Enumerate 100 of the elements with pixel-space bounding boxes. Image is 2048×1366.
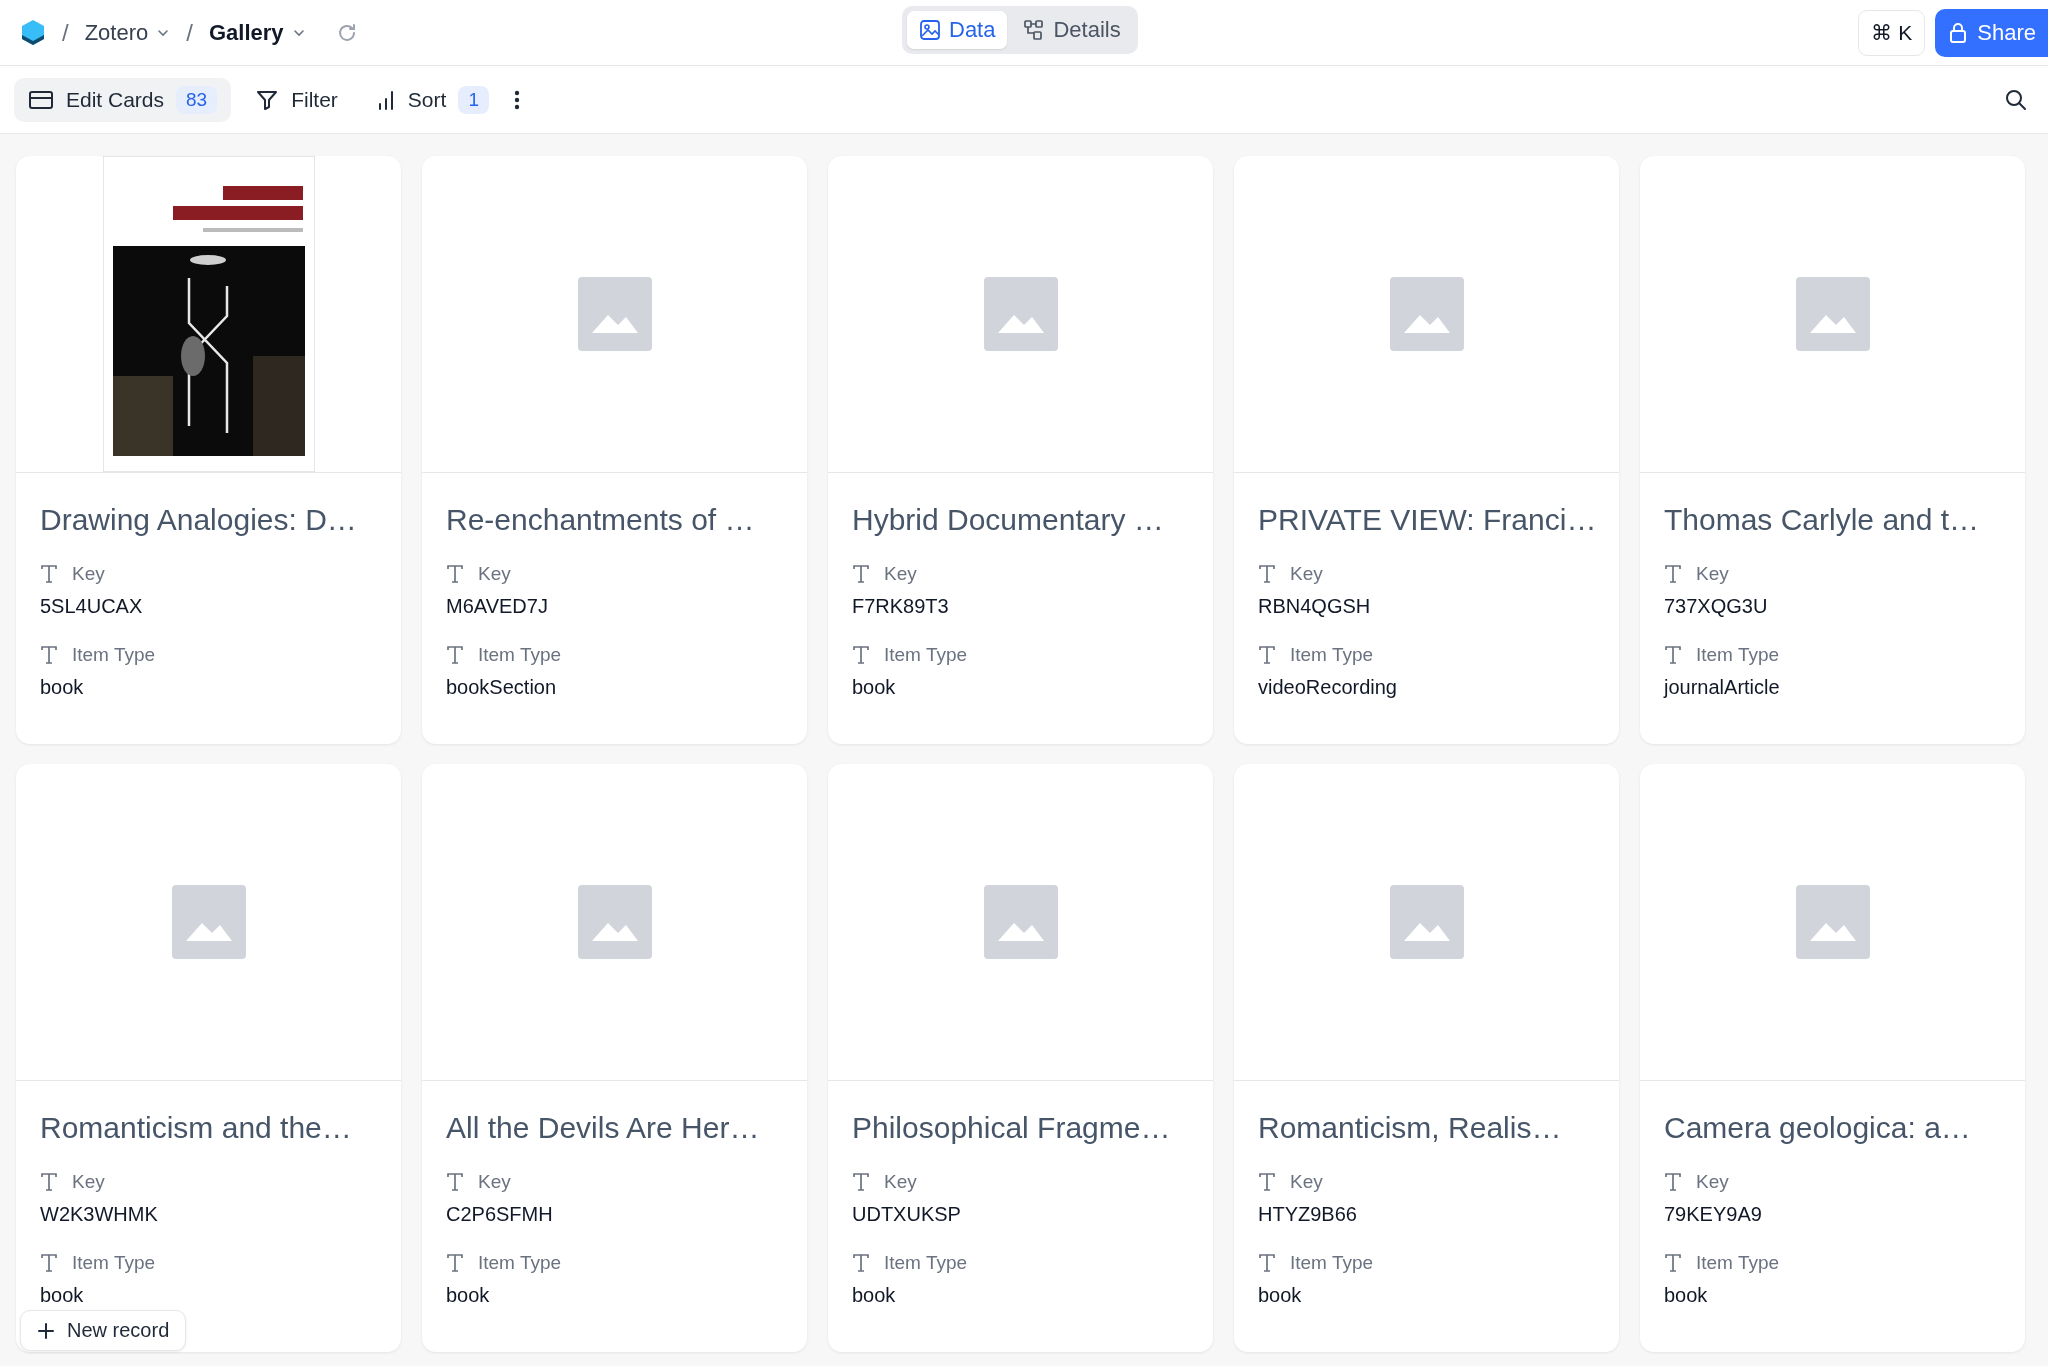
field-label: Key [478, 1171, 511, 1193]
command-shortcut-button[interactable]: ⌘ K [1858, 9, 1926, 56]
card-title: Romanticism, Realis… [1258, 1111, 1563, 1145]
record-card[interactable]: Romanticism, Realis… Key HTYZ9B66 Item Type book [1234, 764, 1619, 1352]
field-label: Item Type [478, 1252, 562, 1274]
text-field-icon [446, 645, 464, 665]
field-label: Item Type [72, 1252, 156, 1274]
text-field-icon [40, 1253, 58, 1273]
card-title: Drawing Analogies: D… [40, 503, 358, 537]
text-field-icon [852, 564, 870, 584]
text-field-icon [446, 1253, 464, 1273]
field-value: M6AVED7J [446, 595, 548, 617]
breadcrumb-separator: / [186, 18, 193, 47]
record-card[interactable]: PRIVATE VIEW: Franci… Key RBN4QGSH Item Type videoRecording [1234, 156, 1619, 744]
card-title: Romanticism and the… [40, 1111, 353, 1145]
diagram-icon [1023, 19, 1046, 41]
field-label: Key [1696, 1171, 1729, 1193]
record-card[interactable]: Re-enchantments of … Key M6AVED7J Item Type bookSection [422, 156, 807, 744]
record-card[interactable]: Drawing Analogies: D… Key 5SL4UCAX Item Type book [16, 156, 401, 744]
view-tab[interactable]: Data [907, 11, 1008, 49]
field-label: Item Type [884, 644, 968, 666]
image-placeholder-icon [1389, 277, 1464, 351]
field-value: book [40, 1284, 84, 1306]
field-value: 79KEY9A9 [1664, 1203, 1762, 1225]
field-label: Key [1290, 563, 1323, 585]
field-label: Key [478, 563, 511, 585]
field-value: book [852, 1284, 896, 1306]
count-badge: 1 [458, 85, 489, 114]
card-title: Thomas Carlyle and t… [1664, 503, 1981, 537]
text-field-icon [1258, 1253, 1276, 1273]
field-label: Key [72, 1171, 105, 1193]
field-value: book [1258, 1284, 1302, 1306]
text-field-icon [852, 1253, 870, 1273]
field-value: bookSection [446, 676, 557, 698]
count-badge: 83 [176, 85, 218, 114]
share-button[interactable]: Share [1935, 8, 2048, 57]
record-card[interactable]: Camera geologica: a… Key 79KEY9A9 Item Type book [1640, 764, 2025, 1352]
field-value: F7RK89T3 [852, 595, 949, 617]
search-icon [2004, 87, 2028, 112]
field-value: RBN4QGSH [1258, 595, 1371, 617]
text-field-icon [1664, 564, 1682, 584]
field-label: Item Type [72, 644, 156, 666]
record-card[interactable]: All the Devils Are Her… Key C2P6SFMH Item Type book [422, 764, 807, 1352]
card-title: Philosophical Fragme… [852, 1111, 1172, 1145]
new-record-button[interactable]: New record [20, 1310, 187, 1351]
filter-button[interactable]: Filter [241, 79, 352, 120]
field-value: book [1664, 1284, 1708, 1306]
view-breadcrumb[interactable]: Gallery [208, 19, 306, 46]
field-label: Key [72, 563, 105, 585]
text-field-icon [1258, 1172, 1276, 1192]
view-tab[interactable]: Details [1011, 11, 1133, 49]
breadcrumb-separator: / [62, 18, 69, 47]
app-logo-icon[interactable] [20, 18, 46, 47]
image-placeholder-icon [1795, 277, 1870, 351]
field-value: book [446, 1284, 490, 1306]
field-label: Item Type [884, 1252, 968, 1274]
text-field-icon [1664, 1172, 1682, 1192]
card-title: PRIVATE VIEW: Franci… [1258, 503, 1595, 537]
field-label: Item Type [1290, 644, 1374, 666]
image-placeholder-icon [577, 885, 652, 959]
image-placeholder-icon [983, 885, 1058, 959]
field-value: book [852, 676, 896, 698]
more-icon[interactable] [512, 88, 521, 111]
edit-cards-button[interactable]: Edit Cards 83 [14, 77, 232, 122]
image-icon [919, 19, 941, 41]
field-value: HTYZ9B66 [1258, 1203, 1357, 1225]
field-value: book [40, 676, 84, 698]
text-field-icon [40, 564, 58, 584]
image-placeholder-icon [577, 277, 652, 351]
field-value: C2P6SFMH [446, 1203, 553, 1225]
field-value: 737XQG3U [1664, 595, 1768, 617]
field-label: Item Type [1696, 644, 1780, 666]
field-label: Item Type [478, 644, 562, 666]
text-field-icon [446, 1172, 464, 1192]
card-icon [28, 89, 54, 110]
text-field-icon [852, 1172, 870, 1192]
field-label: Key [1290, 1171, 1323, 1193]
lock-icon [1949, 22, 1968, 43]
plus-icon [37, 1321, 55, 1340]
image-placeholder-icon [1389, 885, 1464, 959]
field-value: W2K3WHMK [40, 1203, 158, 1225]
text-field-icon [40, 645, 58, 665]
field-value: 5SL4UCAX [40, 595, 143, 617]
text-field-icon [1258, 645, 1276, 665]
field-label: Item Type [1290, 1252, 1374, 1274]
field-value: videoRecording [1258, 676, 1397, 698]
field-label: Key [884, 563, 917, 585]
workspace-breadcrumb[interactable]: Zotero [84, 19, 171, 46]
image-placeholder-icon [171, 885, 246, 959]
record-card[interactable]: Philosophical Fragme… Key UDTXUKSP Item Type book [828, 764, 1213, 1352]
field-label: Key [884, 1171, 917, 1193]
text-field-icon [40, 1172, 58, 1192]
record-card[interactable]: Thomas Carlyle and t… Key 737XQG3U Item Type journalArticle [1640, 156, 2025, 744]
record-card[interactable]: Hybrid Documentary … Key F7RK89T3 Item Type book [828, 156, 1213, 744]
sort-button[interactable]: Sort 1 [361, 77, 503, 122]
field-label: Item Type [1696, 1252, 1780, 1274]
text-field-icon [1664, 1253, 1682, 1273]
card-title: All the Devils Are Her… [446, 1111, 761, 1145]
image-placeholder-icon [983, 277, 1058, 351]
card-title: Hybrid Documentary … [852, 503, 1165, 537]
